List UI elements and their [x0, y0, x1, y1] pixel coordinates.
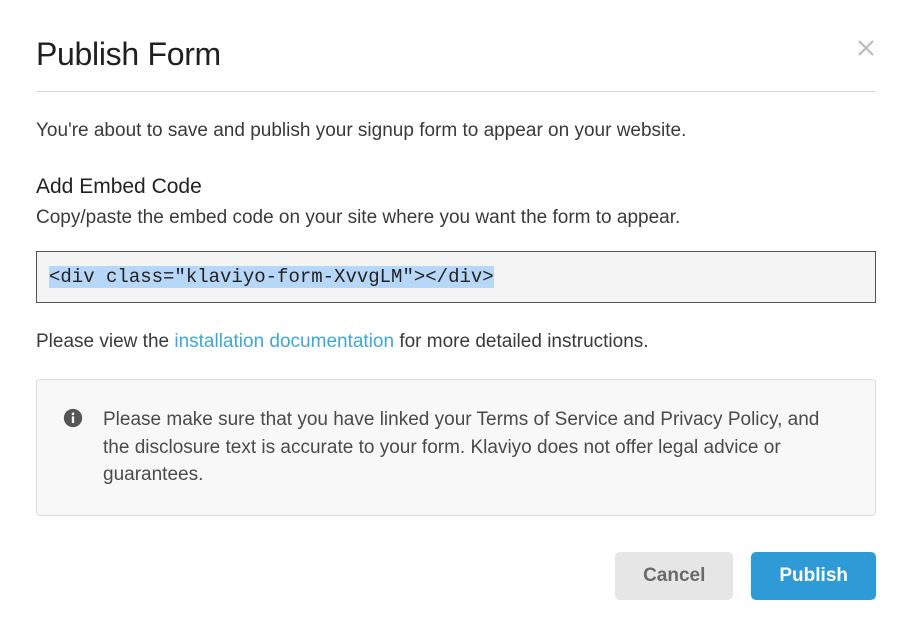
publish-button[interactable]: Publish	[751, 552, 876, 600]
close-button[interactable]	[856, 38, 876, 63]
embed-code-box[interactable]: <div class="klaviyo-form-XvvgLM"></div>	[36, 251, 876, 303]
legal-notice-text: Please make sure that you have linked yo…	[103, 406, 849, 489]
embed-code-text: <div class="klaviyo-form-XvvgLM"></div>	[49, 266, 494, 288]
install-line: Please view the installation documentati…	[36, 331, 876, 353]
intro-text: You're about to save and publish your si…	[36, 118, 876, 145]
modal-header: Publish Form	[36, 36, 876, 92]
info-icon	[63, 408, 83, 428]
install-prefix: Please view the	[36, 331, 174, 352]
cancel-button[interactable]: Cancel	[615, 552, 733, 600]
embed-heading: Add Embed Code	[36, 175, 876, 199]
publish-form-modal: Publish Form You're about to save and pu…	[0, 0, 912, 636]
embed-subtext: Copy/paste the embed code on your site w…	[36, 205, 876, 232]
modal-footer: Cancel Publish	[36, 552, 876, 600]
modal-title: Publish Form	[36, 36, 221, 73]
close-icon	[856, 37, 876, 64]
legal-notice-box: Please make sure that you have linked yo…	[36, 379, 876, 516]
installation-docs-link[interactable]: installation documentation	[174, 331, 394, 352]
install-suffix: for more detailed instructions.	[394, 331, 649, 352]
